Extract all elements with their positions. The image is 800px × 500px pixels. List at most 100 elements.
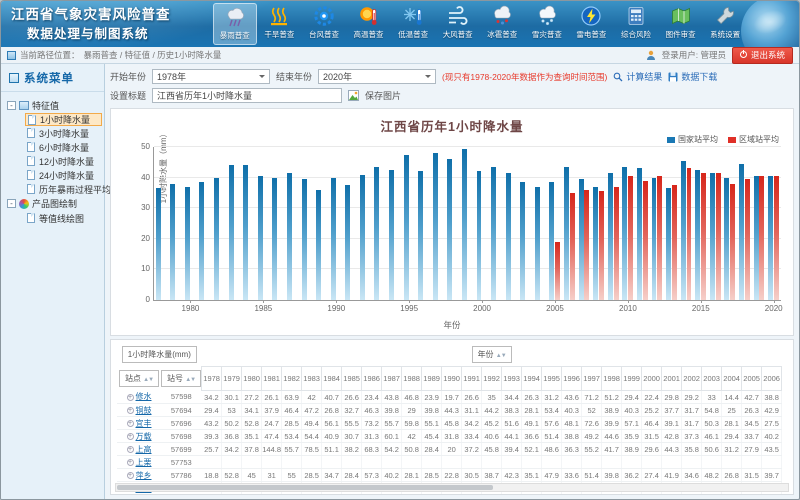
- station-link[interactable]: 萍乡: [136, 471, 152, 480]
- expand-icon[interactable]: +: [127, 472, 134, 479]
- year-column-header[interactable]: 1979: [222, 367, 242, 391]
- year-column-header[interactable]: 2000: [642, 367, 662, 391]
- year-column-header[interactable]: 1980: [242, 367, 262, 391]
- calculate-button[interactable]: 计算结果: [613, 70, 662, 83]
- station-link[interactable]: 宜丰: [136, 419, 152, 428]
- horizontal-scrollbar[interactable]: [115, 483, 789, 492]
- nav-item-system-settings[interactable]: 系统设置: [703, 3, 747, 45]
- year-column-header[interactable]: 1997: [582, 367, 602, 391]
- tree-group[interactable]: -产品图绘制: [7, 196, 102, 211]
- tree-group[interactable]: -特征值: [7, 98, 102, 113]
- year-column-header[interactable]: 2006: [762, 367, 782, 391]
- year-column-header[interactable]: 1978: [202, 367, 222, 391]
- value-cell: 25: [722, 404, 742, 417]
- nav-item-map-review[interactable]: 图件审查: [659, 3, 703, 45]
- value-cell: [382, 456, 402, 469]
- nav-item-hail[interactable]: 冰雹普查: [480, 3, 524, 45]
- value-cell: 52: [582, 404, 602, 417]
- nav-item-low-temp[interactable]: 低温普查: [391, 3, 435, 45]
- nav-item-gale[interactable]: 大风普查: [436, 3, 480, 45]
- year-column-header[interactable]: 2002: [682, 367, 702, 391]
- value-cell: 40.2: [762, 430, 782, 443]
- tree-leaf[interactable]: 1小时降水量: [25, 113, 102, 126]
- collapse-icon[interactable]: -: [7, 101, 16, 110]
- value-cell: [442, 456, 462, 469]
- save-image-button[interactable]: 保存图片: [365, 89, 401, 102]
- tree-leaf[interactable]: 24小时降水量: [27, 168, 102, 182]
- logout-button[interactable]: 退出系统: [732, 47, 793, 64]
- tree-leaf[interactable]: 3小时降水量: [27, 126, 102, 140]
- station-sort-header[interactable]: 站点 ▲▼: [117, 367, 161, 391]
- station-link[interactable]: 铜鼓: [136, 406, 152, 415]
- value-cell: 42.3: [502, 469, 522, 482]
- nav-item-drought[interactable]: 干旱普查: [258, 3, 302, 45]
- end-year-label: 结束年份: [276, 70, 312, 83]
- year-column-header[interactable]: 1991: [462, 367, 482, 391]
- station-link[interactable]: 万载: [136, 432, 152, 441]
- year-column-header[interactable]: 1988: [402, 367, 422, 391]
- value-cell: 78.5: [242, 495, 262, 496]
- year-column-header[interactable]: 1987: [382, 367, 402, 391]
- nav-item-comprehensive-risk[interactable]: 综合风险: [614, 3, 658, 45]
- legend-item[interactable]: 国家站平均: [667, 134, 718, 145]
- plot-area: 1小时降水量（mm） 01020304050198019851990199520…: [153, 147, 781, 301]
- x-tick-label: 2020: [765, 304, 783, 313]
- collapse-icon[interactable]: -: [7, 199, 16, 208]
- year-sort-header[interactable]: 年份 ▲▼: [202, 344, 782, 367]
- end-year-select[interactable]: 2020年: [318, 69, 436, 84]
- year-column-header[interactable]: 1983: [302, 367, 322, 391]
- value-cell: 52.1: [522, 443, 542, 456]
- nav-item-high-temp[interactable]: 高温普查: [347, 3, 391, 45]
- expand-icon[interactable]: +: [127, 420, 134, 427]
- year-column-header[interactable]: 1989: [422, 367, 442, 391]
- value-cell: 49.4: [302, 417, 322, 430]
- legend-item[interactable]: 区域站平均: [728, 134, 779, 145]
- expand-icon[interactable]: +: [127, 446, 134, 453]
- expand-icon[interactable]: +: [127, 459, 134, 466]
- year-column-header[interactable]: 1992: [482, 367, 502, 391]
- year-column-header[interactable]: 1981: [262, 367, 282, 391]
- year-column-header[interactable]: 1985: [342, 367, 362, 391]
- tree-leaf[interactable]: 等值线绘图: [27, 211, 102, 225]
- nav-item-typhoon[interactable]: 台风普查: [302, 3, 346, 45]
- bar-regional: [672, 185, 677, 300]
- station-link[interactable]: 上高: [136, 445, 152, 454]
- year-column-header[interactable]: 1990: [442, 367, 462, 391]
- nav-item-snow[interactable]: 雪灾普查: [525, 3, 569, 45]
- year-column-header[interactable]: 1993: [502, 367, 522, 391]
- expand-icon[interactable]: +: [127, 407, 134, 414]
- scrollbar-thumb[interactable]: [117, 485, 493, 490]
- expand-icon[interactable]: +: [127, 433, 134, 440]
- save-disk-icon: [668, 72, 678, 82]
- year-column-header[interactable]: 1998: [602, 367, 622, 391]
- station-link[interactable]: 修水: [136, 392, 152, 401]
- year-column-header[interactable]: 2005: [742, 367, 762, 391]
- tree-leaf[interactable]: 6小时降水量: [27, 140, 102, 154]
- year-column-header[interactable]: 1999: [622, 367, 642, 391]
- year-column-header[interactable]: 2001: [662, 367, 682, 391]
- download-button[interactable]: 数据下载: [668, 70, 717, 83]
- value-cell: 40.7: [322, 391, 342, 404]
- nav-item-rainstorm[interactable]: 暴雨普查: [213, 3, 257, 45]
- year-column-header[interactable]: 2004: [722, 367, 742, 391]
- year-column-header[interactable]: 1996: [562, 367, 582, 391]
- value-cell: 29.6: [642, 443, 662, 456]
- chart-title-input[interactable]: [152, 88, 342, 103]
- station-link[interactable]: 上栗: [136, 458, 152, 467]
- year-column-header[interactable]: 1994: [522, 367, 542, 391]
- id-sort-header[interactable]: 站号 ▲▼: [161, 367, 202, 391]
- expand-icon[interactable]: +: [127, 394, 134, 401]
- app-title: 江西省气象灾害风险普查 数据处理与制图系统: [11, 5, 171, 43]
- year-column-header[interactable]: 1984: [322, 367, 342, 391]
- year-column-header[interactable]: 1995: [542, 367, 562, 391]
- globe-graphic: [741, 1, 799, 47]
- start-year-select[interactable]: 1978年: [152, 69, 270, 84]
- bar-regional: [759, 176, 764, 300]
- year-column-header[interactable]: 1982: [282, 367, 302, 391]
- tree-leaf[interactable]: 12小时降水量: [27, 154, 102, 168]
- station-id-cell: 57598: [161, 391, 202, 404]
- year-column-header[interactable]: 1986: [362, 367, 382, 391]
- nav-item-lightning[interactable]: 雷电普查: [570, 3, 614, 45]
- year-column-header[interactable]: 2003: [702, 367, 722, 391]
- tree-leaf[interactable]: 历年暴雨过程平均强度: [27, 182, 102, 196]
